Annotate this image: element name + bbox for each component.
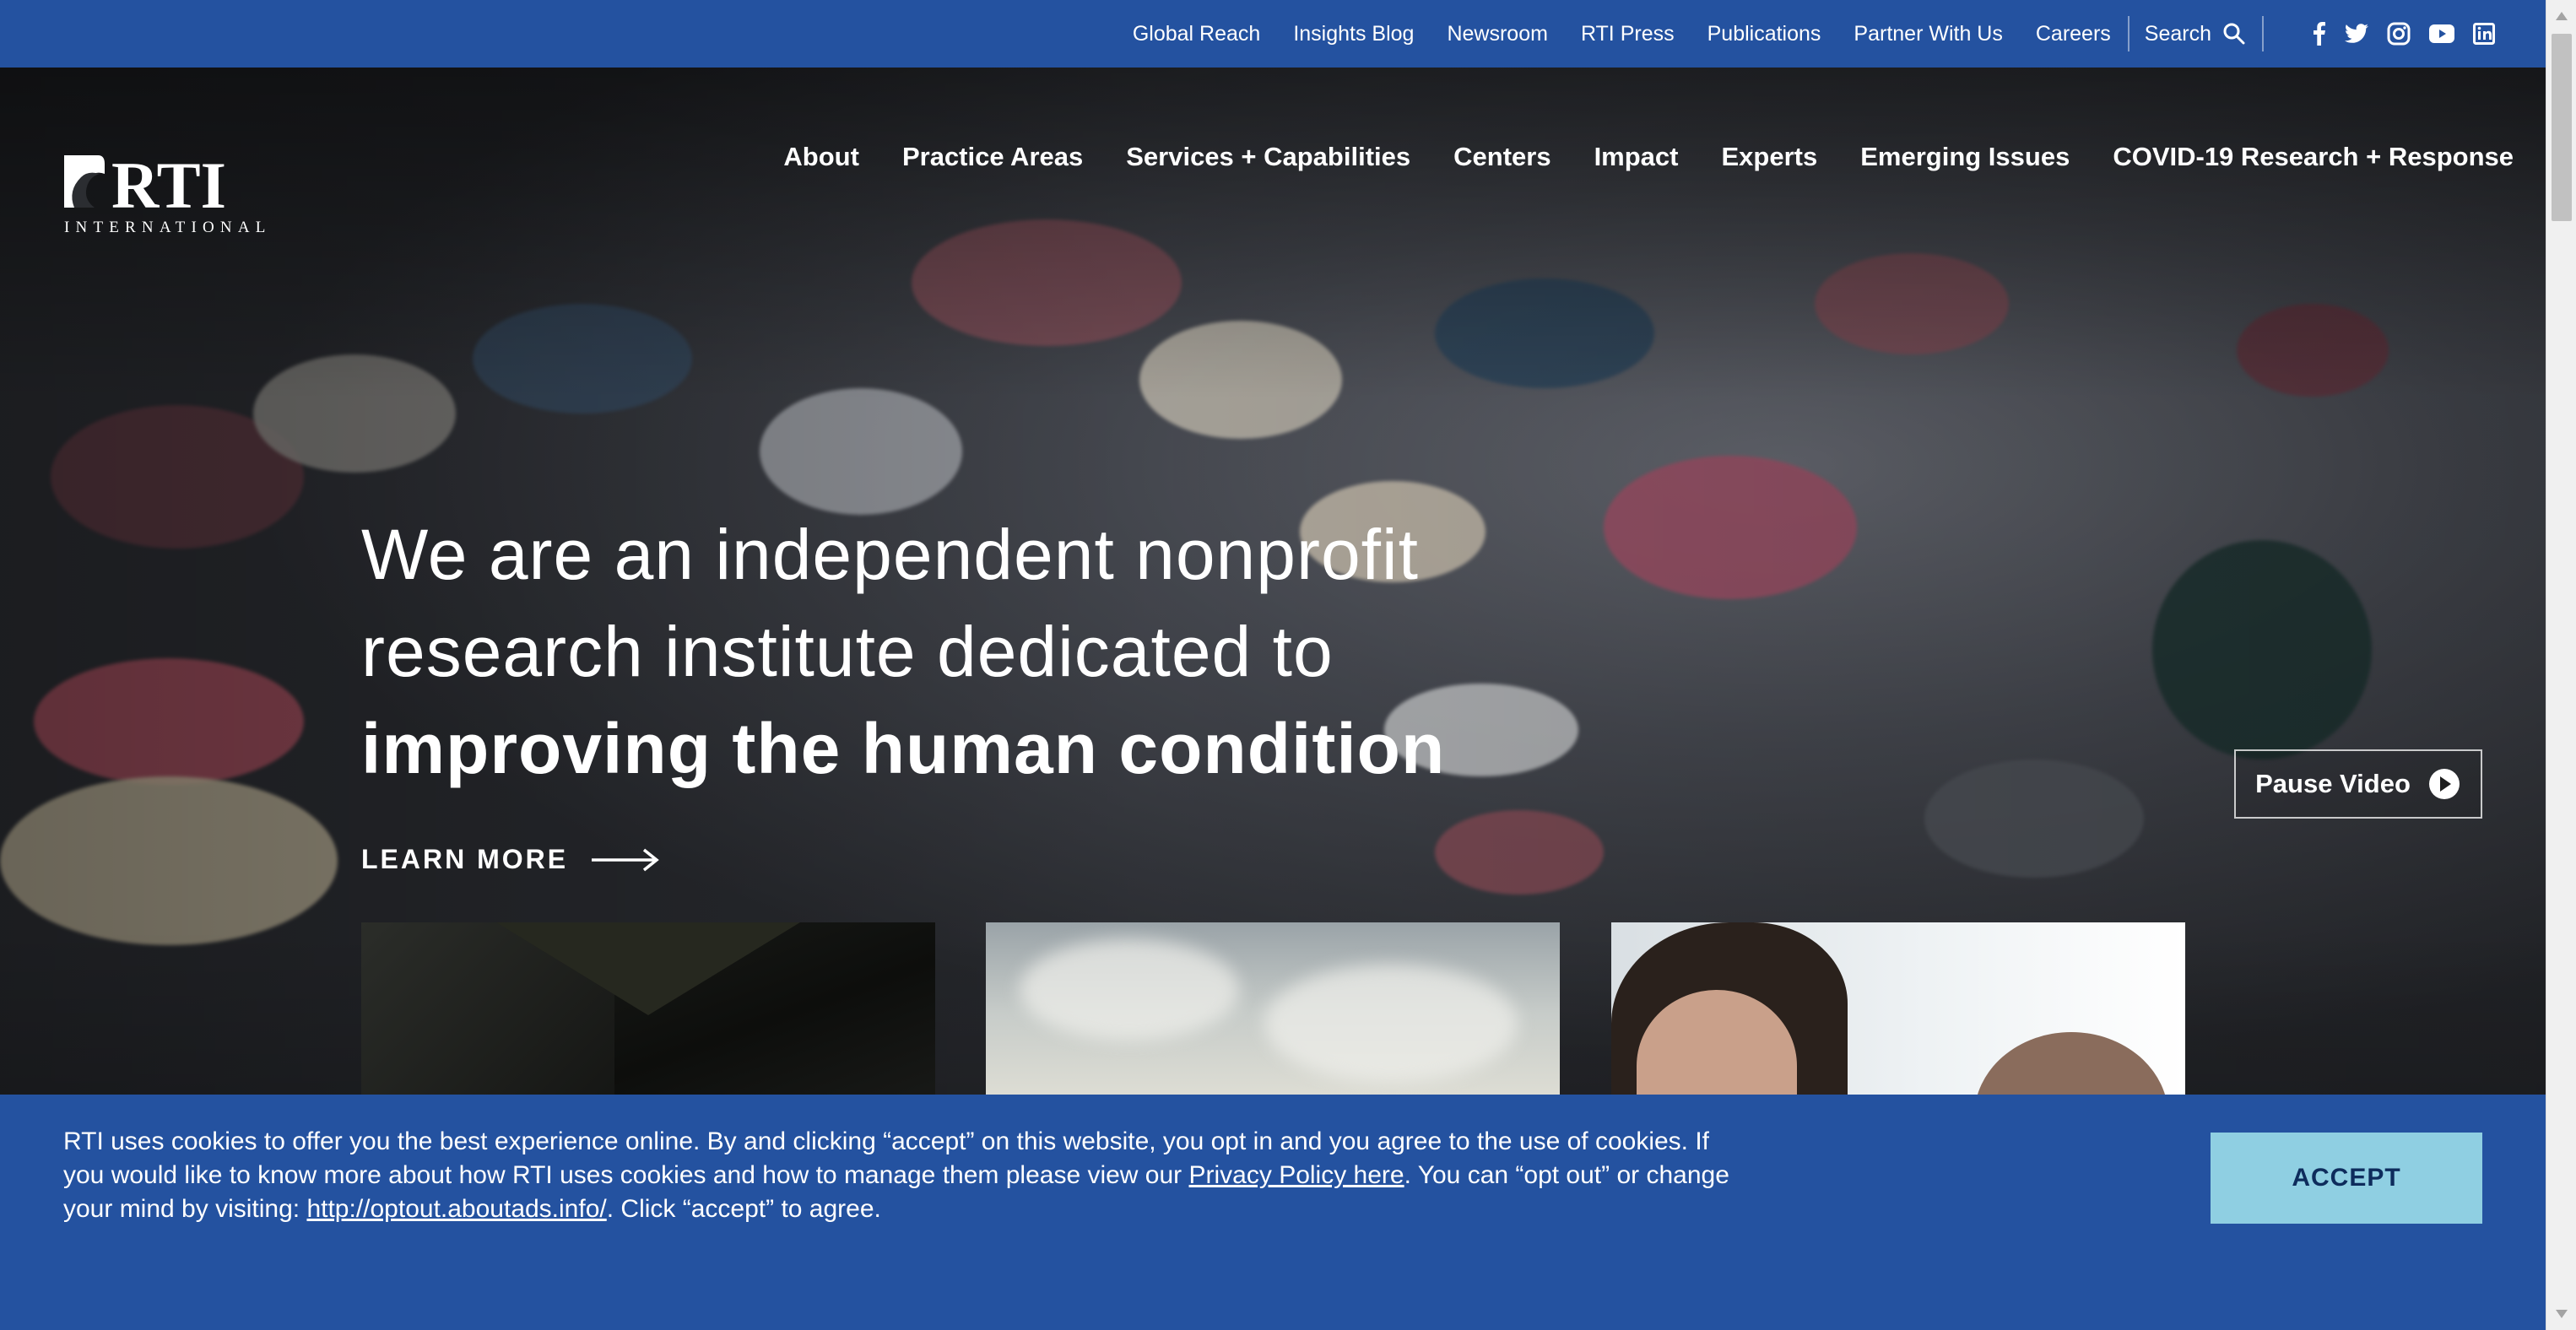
search-icon [2223,23,2245,45]
optout-link[interactable]: http://optout.aboutads.info/ [306,1195,606,1223]
rti-logo-mark: RTI INTERNATIONAL [64,149,267,236]
page-scrollbar[interactable] [2546,0,2576,1330]
learn-more-link[interactable]: LEARN MORE [361,844,659,875]
nav-impact[interactable]: Impact [1594,142,1679,172]
accept-cookies-button[interactable]: ACCEPT [2211,1133,2482,1224]
privacy-policy-link[interactable]: Privacy Policy here [1189,1161,1404,1189]
utility-link-global-reach[interactable]: Global Reach [1133,22,1260,46]
search-label: Search [2144,21,2211,46]
utility-link-partner-with-us[interactable]: Partner With Us [1854,22,2002,46]
nav-covid-19[interactable]: COVID-19 Research + Response [2113,142,2514,172]
instagram-icon[interactable] [2387,22,2411,46]
twitter-icon[interactable] [2345,24,2368,44]
cookie-text: RTI uses cookies to offer you the best e… [63,1125,1734,1226]
pause-video-label: Pause Video [2255,769,2411,798]
scroll-thumb[interactable] [2552,34,2572,221]
utility-divider [2262,16,2264,51]
utility-link-newsroom[interactable]: Newsroom [1447,22,1547,46]
nav-emerging-issues[interactable]: Emerging Issues [1860,142,2070,172]
main-nav: About Practice Areas Services + Capabili… [740,142,2514,172]
nav-practice-areas[interactable]: Practice Areas [902,142,1083,172]
scroll-up-arrow-icon[interactable] [2556,12,2568,20]
utility-bar: Global Reach Insights Blog Newsroom RTI … [0,0,2546,68]
play-circle-icon [2428,769,2460,799]
linkedin-icon[interactable] [2473,23,2495,45]
pause-video-button[interactable]: Pause Video [2234,749,2482,819]
learn-more-label: LEARN MORE [361,844,569,874]
arrow-right-icon [592,848,659,871]
utility-divider [2127,16,2130,51]
logo-text: RTI [111,152,226,222]
rti-logo[interactable]: RTI INTERNATIONAL [62,149,267,236]
youtube-icon[interactable] [2429,24,2454,43]
nav-experts[interactable]: Experts [1721,142,1817,172]
utility-link-insights-blog[interactable]: Insights Blog [1293,22,1414,46]
search-button[interactable]: Search [2145,22,2245,46]
card-image-cloud [1264,965,1518,1083]
nav-centers[interactable]: Centers [1453,142,1550,172]
cookie-banner: RTI uses cookies to offer you the best e… [0,1095,2546,1330]
nav-about[interactable]: About [783,142,859,172]
hero-line-1: We are an independent nonprofit [361,515,1420,594]
utility-link-publications[interactable]: Publications [1707,22,1821,46]
utility-link-careers[interactable]: Careers [2036,22,2111,46]
card-image-roof [496,922,800,1015]
hero-line-2: research institute dedicated to [361,612,1334,691]
scroll-down-arrow-icon[interactable] [2556,1310,2568,1318]
card-image-cloud [1020,939,1239,1041]
utility-link-rti-press[interactable]: RTI Press [1581,22,1675,46]
cookie-text-part-3: . Click “accept” to agree. [606,1195,881,1223]
hero-line-3: improving the human condition [361,709,1446,788]
social-links [2294,22,2495,46]
facebook-icon[interactable] [2313,22,2326,46]
hero-headline: We are an independent nonprofit research… [361,506,1543,797]
logo-subtext: INTERNATIONAL [64,219,267,236]
nav-services-capabilities[interactable]: Services + Capabilities [1126,142,1410,172]
